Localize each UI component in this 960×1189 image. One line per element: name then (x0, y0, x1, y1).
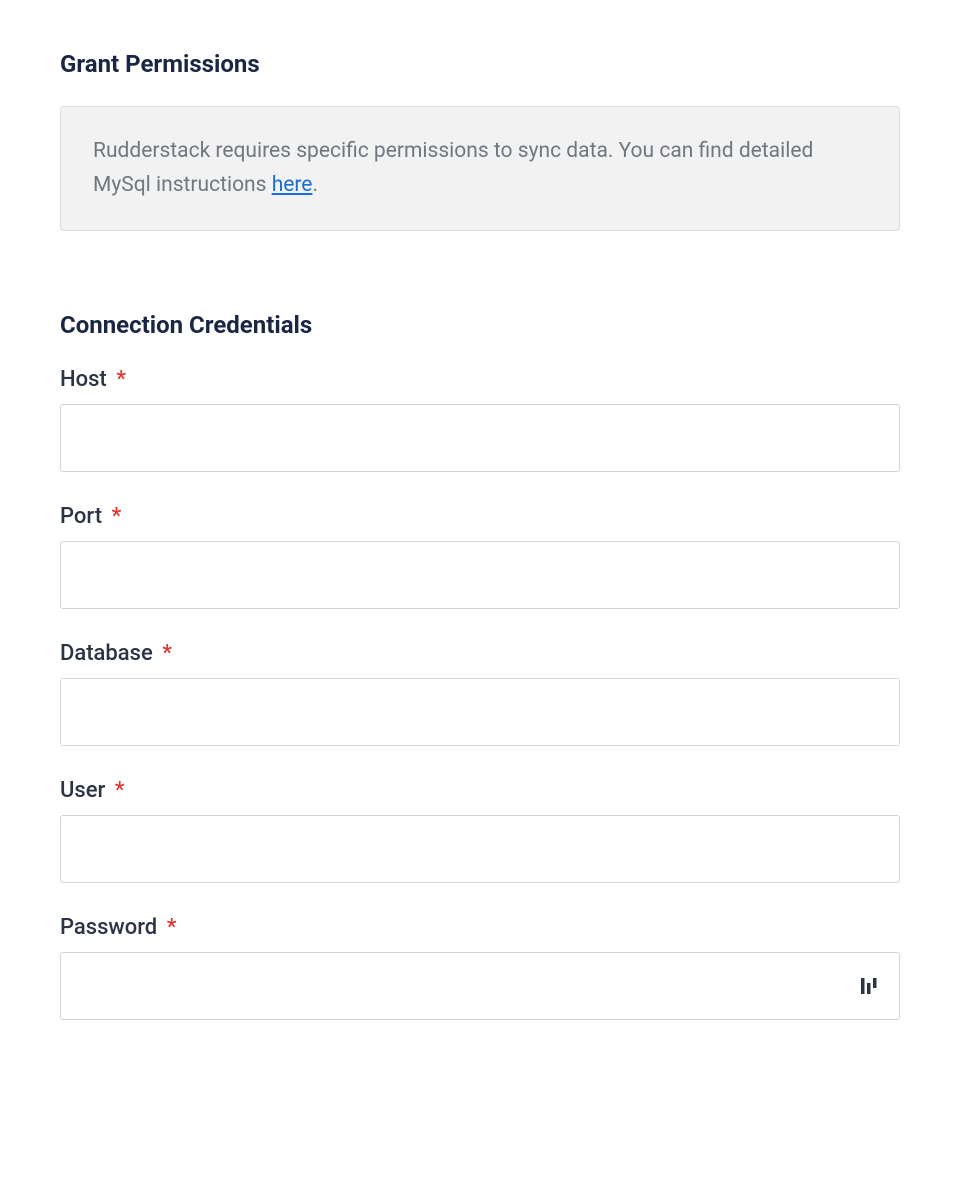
password-manager-icon[interactable] (858, 975, 880, 997)
database-field-group: Database * (60, 641, 900, 746)
required-star: * (112, 504, 122, 529)
password-label-text: Password (60, 915, 157, 940)
user-field-group: User * (60, 778, 900, 883)
password-label: Password * (60, 915, 900, 940)
user-label-text: User (60, 778, 105, 803)
port-label-text: Port (60, 504, 102, 529)
database-label: Database * (60, 641, 900, 666)
host-label-text: Host (60, 367, 107, 392)
required-star: * (162, 641, 172, 666)
required-star: * (116, 367, 126, 392)
connection-credentials-heading: Connection Credentials (60, 311, 900, 339)
database-input[interactable] (60, 678, 900, 746)
required-star: * (167, 915, 177, 940)
host-input[interactable] (60, 404, 900, 472)
database-label-text: Database (60, 641, 153, 666)
info-text-before: Rudderstack requires specific permission… (93, 139, 813, 197)
user-input[interactable] (60, 815, 900, 883)
password-field-group: Password * (60, 915, 900, 1020)
port-field-group: Port * (60, 504, 900, 609)
required-star: * (115, 778, 125, 803)
port-input[interactable] (60, 541, 900, 609)
port-label: Port * (60, 504, 900, 529)
info-text-after: . (312, 173, 318, 197)
password-input-wrapper (60, 952, 900, 1020)
user-label: User * (60, 778, 900, 803)
grant-permissions-heading: Grant Permissions (60, 50, 900, 78)
password-input[interactable] (60, 952, 900, 1020)
permissions-here-link[interactable]: here (272, 173, 313, 197)
host-field-group: Host * (60, 367, 900, 472)
permissions-info-box: Rudderstack requires specific permission… (60, 106, 900, 231)
permissions-info-text: Rudderstack requires specific permission… (93, 135, 867, 202)
host-label: Host * (60, 367, 900, 392)
